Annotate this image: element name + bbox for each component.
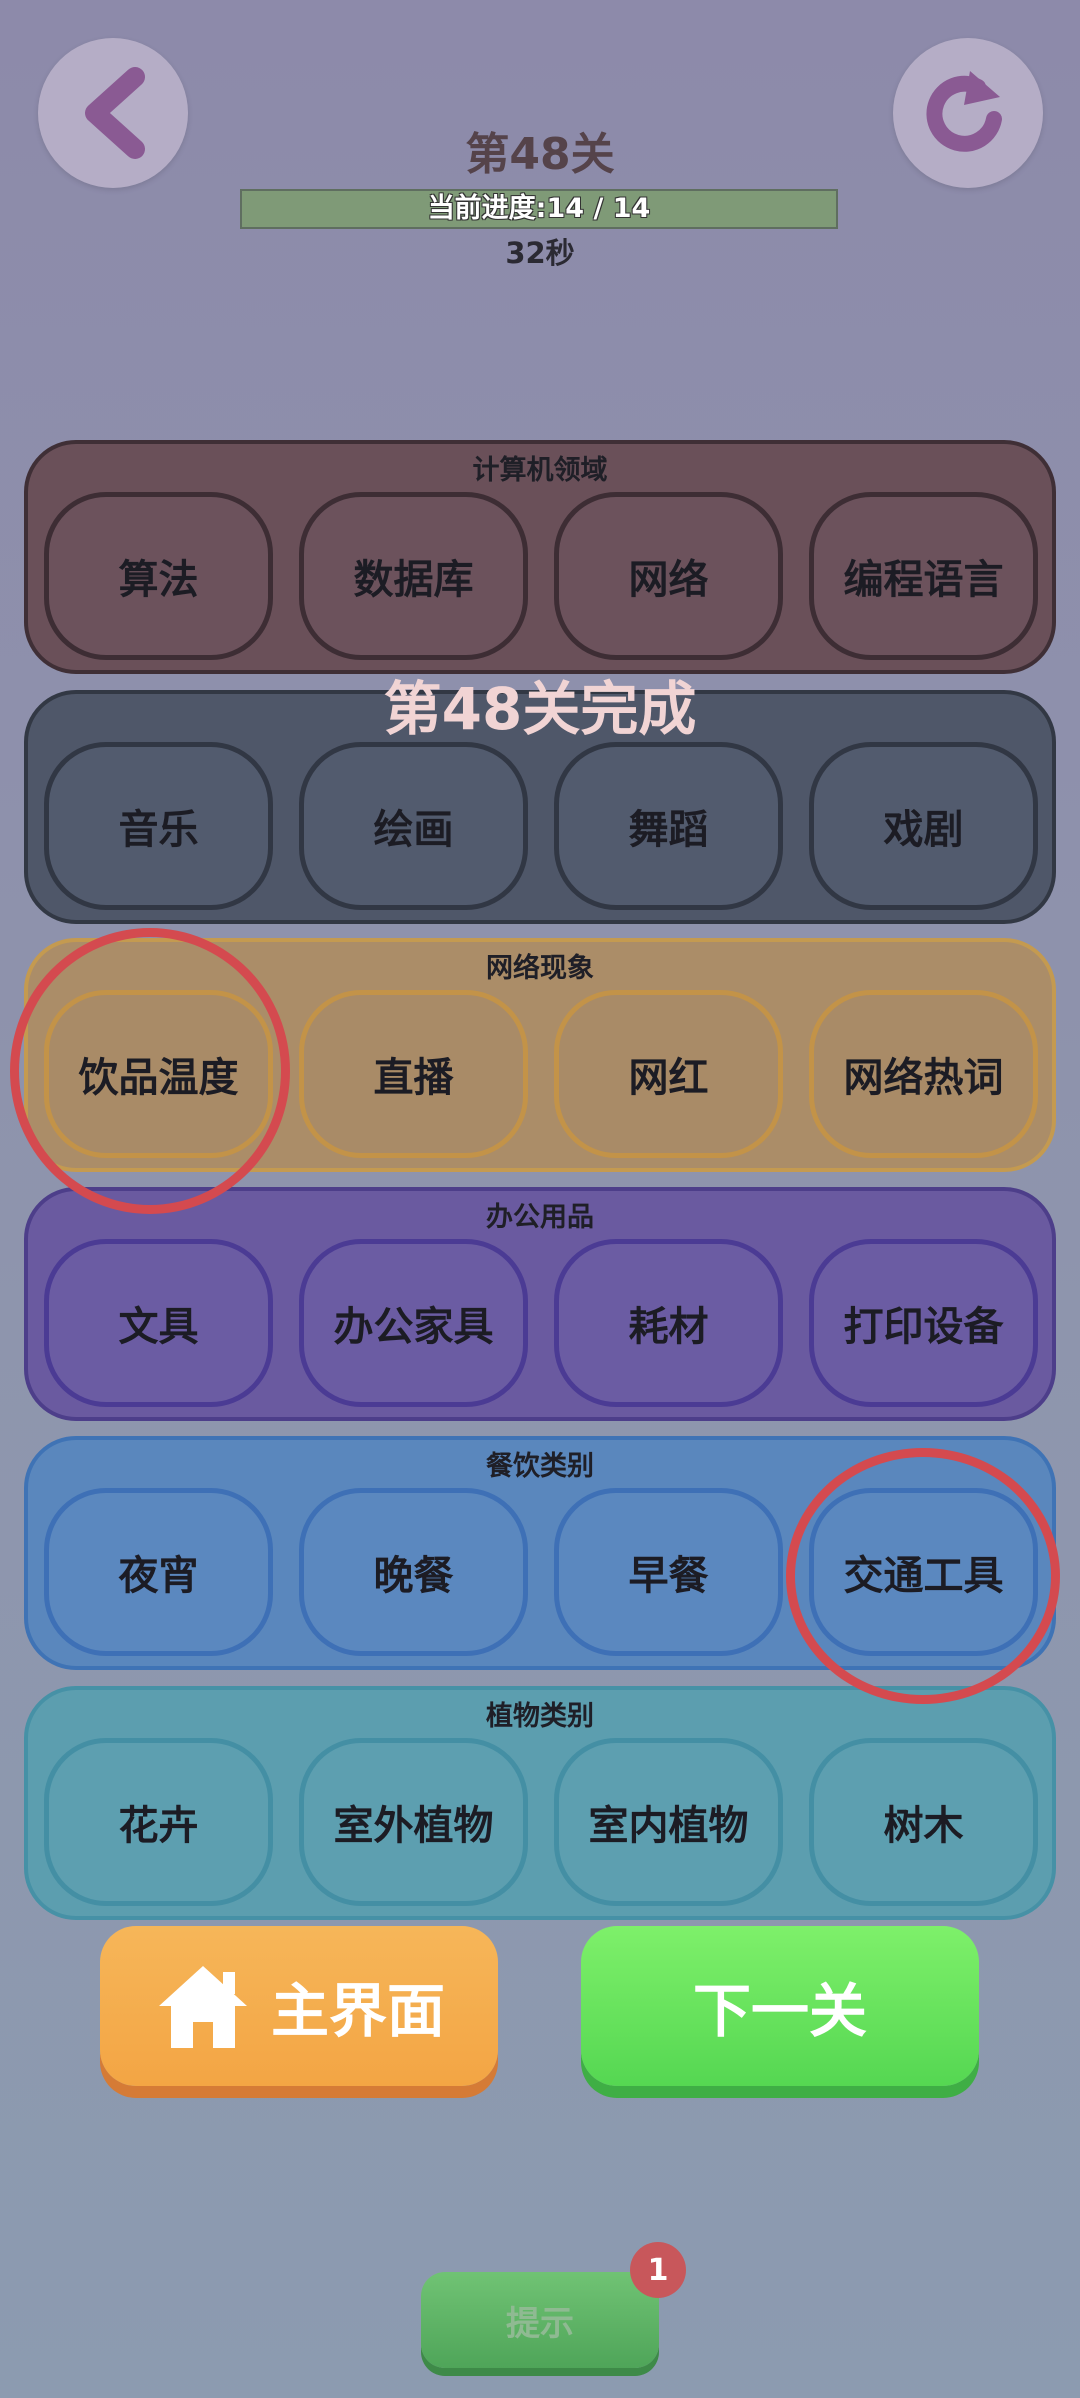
word-tile[interactable]: 晚餐 [299, 1488, 528, 1656]
word-tile[interactable]: 室外植物 [299, 1738, 528, 1906]
word-tile[interactable]: 直播 [299, 990, 528, 1158]
progress-bar: 当前进度:14 / 14 [240, 189, 838, 229]
hint-button[interactable]: 提示 [421, 2272, 659, 2368]
category-row: 办公用品 文具 办公家具 耗材 打印设备 [24, 1187, 1056, 1421]
word-tile[interactable]: 编程语言 [809, 492, 1038, 660]
word-tile[interactable]: 室内植物 [554, 1738, 783, 1906]
hint-label: 提示 [506, 2303, 574, 2344]
level-title: 第48关 [465, 129, 615, 180]
level-complete-text: 第48关完成 [383, 675, 697, 743]
word-tile[interactable]: 树木 [809, 1738, 1038, 1906]
category-title: 计算机领域 [472, 455, 608, 486]
home-icon [158, 1966, 247, 2048]
category-row: 计算机领域 算法 数据库 网络 编程语言 [24, 440, 1056, 674]
home-button-label: 主界面 [270, 1977, 445, 2045]
word-tile[interactable]: 网络 [554, 492, 783, 660]
hint-count-badge: 1 [630, 2242, 686, 2298]
word-tile[interactable]: 绘画 [299, 742, 528, 910]
category-row: 植物类别 花卉 室外植物 室内植物 树木 [24, 1686, 1056, 1920]
word-tile[interactable]: 音乐 [44, 742, 273, 910]
next-level-label: 下一关 [692, 1977, 867, 2045]
word-tile[interactable]: 数据库 [299, 492, 528, 660]
error-highlight-ring [10, 928, 290, 1214]
word-tile[interactable]: 耗材 [554, 1239, 783, 1407]
word-tile[interactable]: 网络热词 [809, 990, 1038, 1158]
word-tile[interactable]: 夜宵 [44, 1488, 273, 1656]
word-tile[interactable]: 算法 [44, 492, 273, 660]
progress-text: 当前进度:14 / 14 [427, 193, 651, 224]
word-tile[interactable]: 早餐 [554, 1488, 783, 1656]
error-highlight-ring [786, 1448, 1060, 1704]
word-tile[interactable]: 花卉 [44, 1738, 273, 1906]
word-tile[interactable]: 打印设备 [809, 1239, 1038, 1407]
next-level-button[interactable]: 下一关 [581, 1926, 979, 2086]
timer: 32秒 [505, 236, 575, 270]
word-tile[interactable]: 舞蹈 [554, 742, 783, 910]
word-tile[interactable]: 网红 [554, 990, 783, 1158]
word-tile[interactable]: 办公家具 [299, 1239, 528, 1407]
home-button[interactable]: 主界面 [100, 1926, 498, 2086]
word-tile[interactable]: 戏剧 [809, 742, 1038, 910]
word-tile[interactable]: 文具 [44, 1239, 273, 1407]
